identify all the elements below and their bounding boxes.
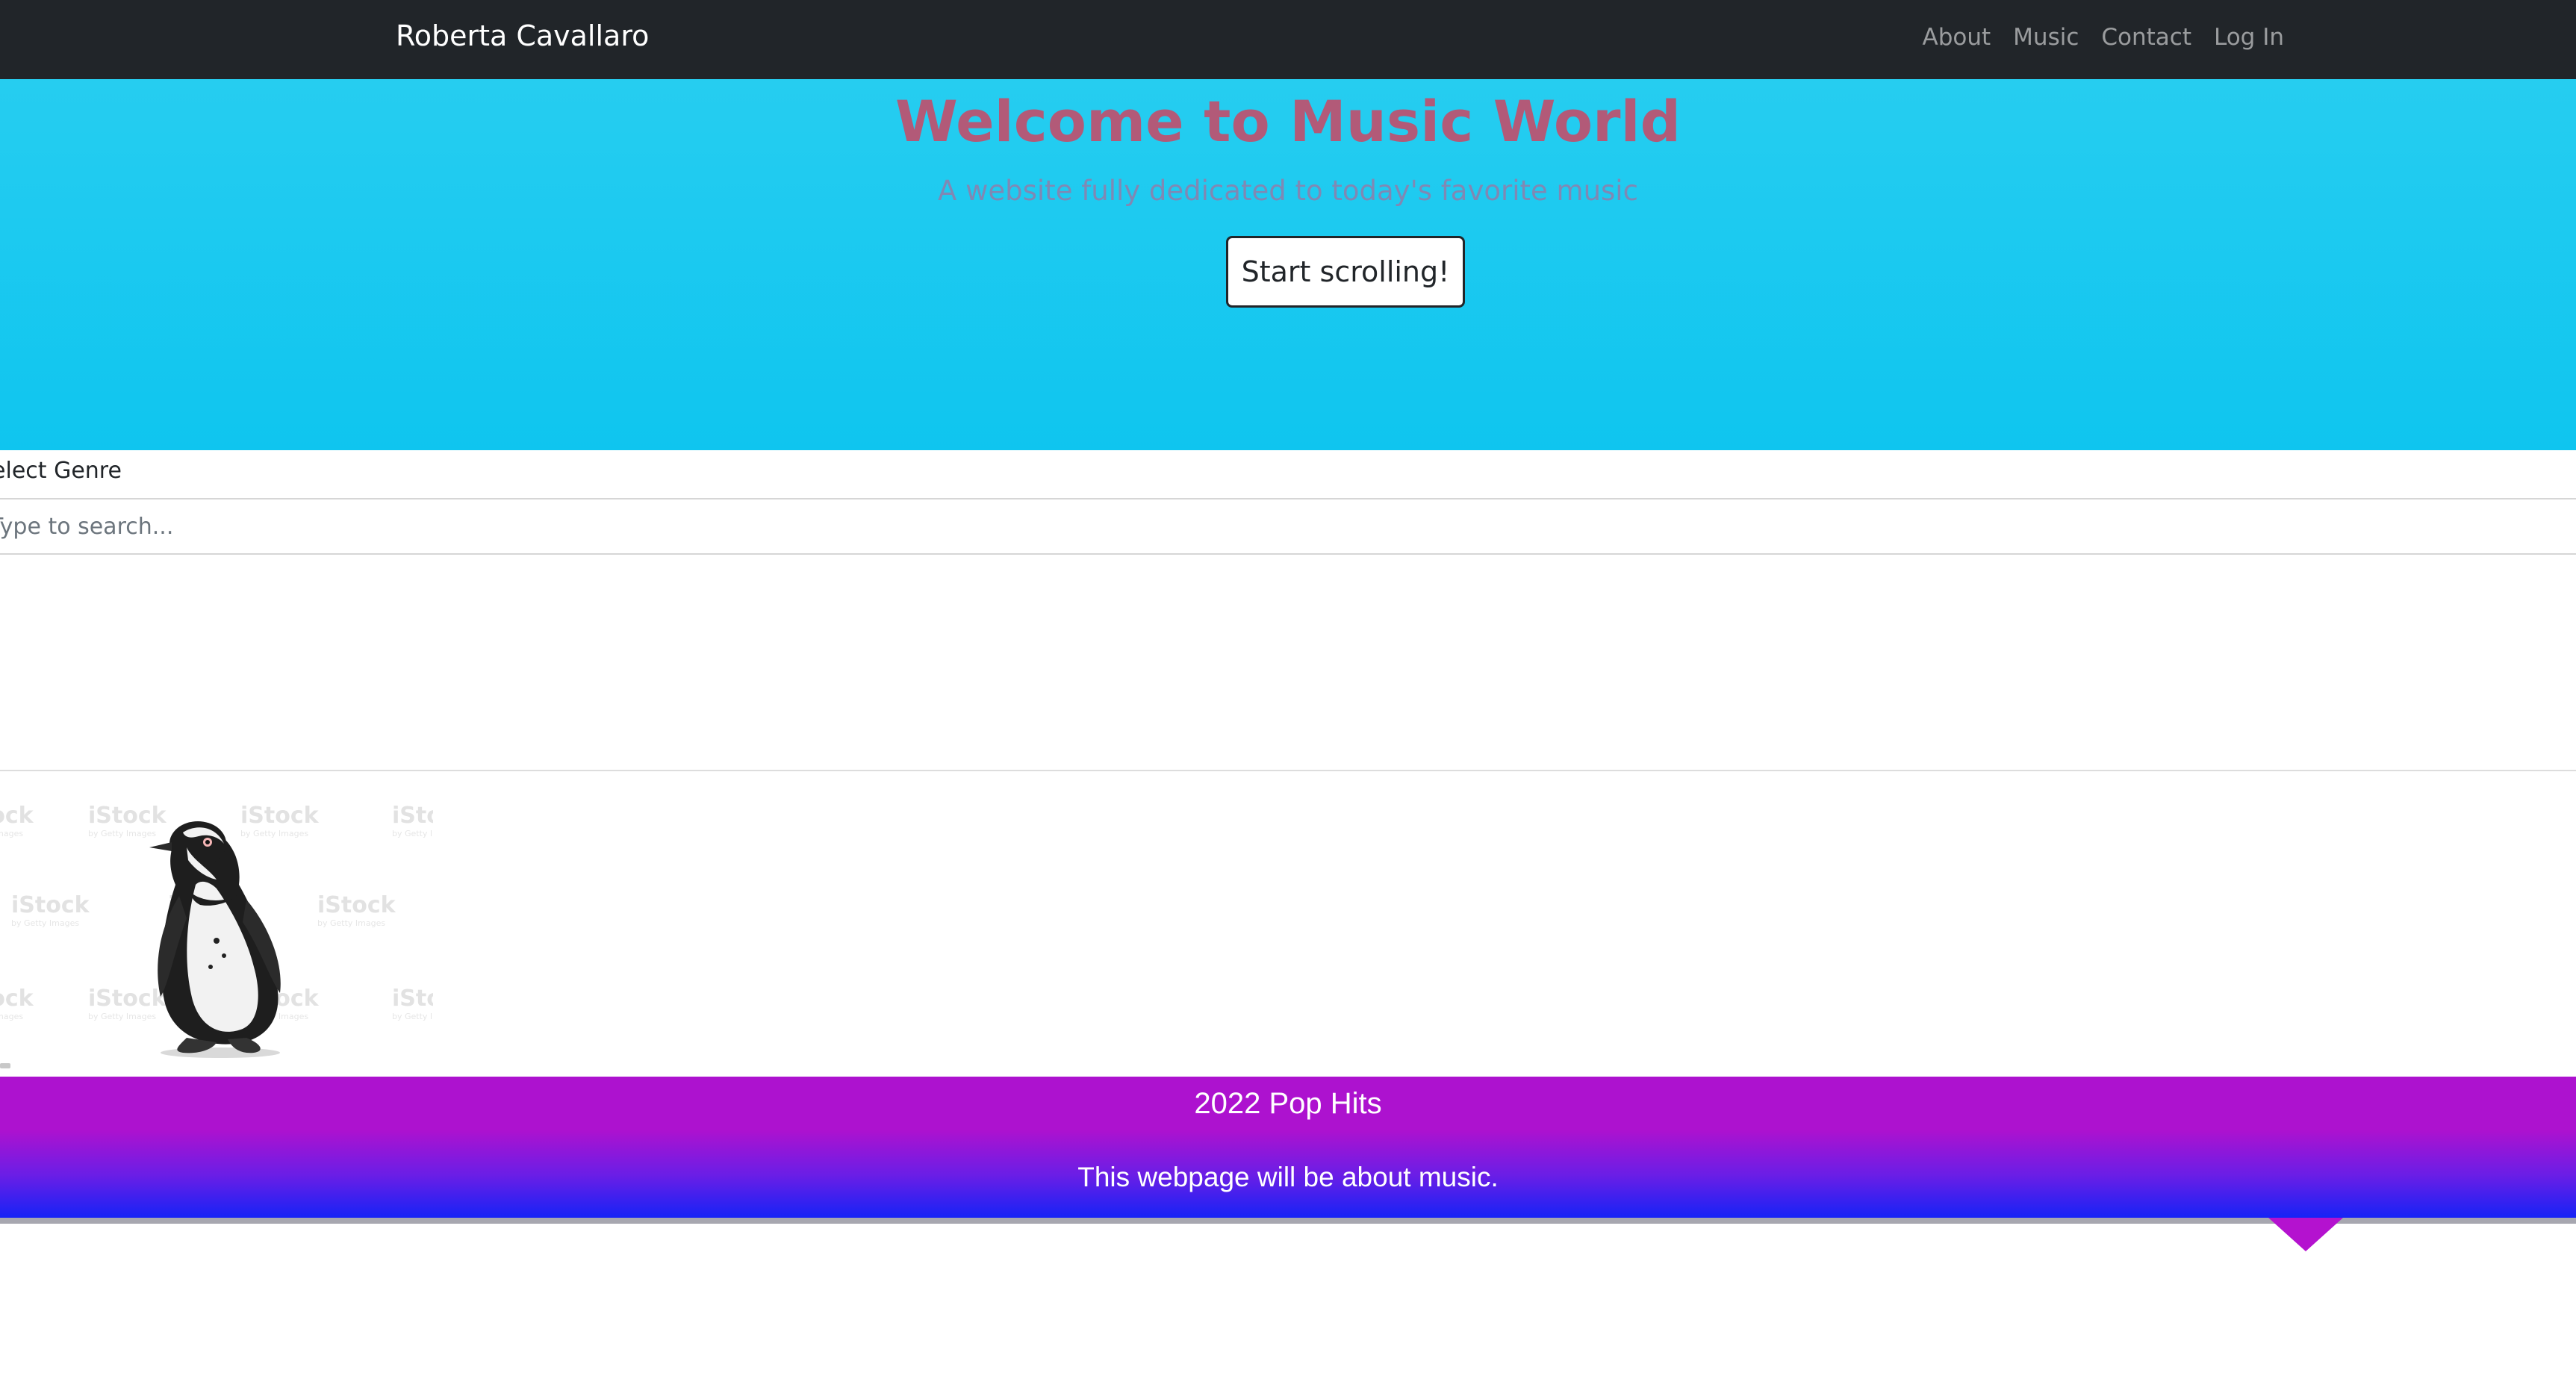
navbar-brand[interactable]: Roberta Cavallaro bbox=[396, 19, 649, 52]
search-input[interactable] bbox=[0, 499, 2576, 555]
penguin-illustration bbox=[149, 821, 281, 1058]
results-area bbox=[0, 555, 2576, 771]
watermark: iStockby Getty Images bbox=[0, 986, 34, 1021]
watermark: iStockby Getty Images bbox=[392, 986, 433, 1021]
nav-link-music[interactable]: Music bbox=[2013, 24, 2079, 51]
footer-title: 2022 Pop Hits bbox=[1194, 1087, 1382, 1120]
nav-link-login[interactable]: Log In bbox=[2214, 24, 2284, 51]
hero-section: Welcome to Music World A website fully d… bbox=[0, 79, 2576, 450]
watermark: iStockby Getty Images bbox=[11, 892, 90, 928]
footer-text: This webpage will be about music. bbox=[1077, 1162, 1499, 1192]
nav-links: About Music Contact Log In bbox=[1923, 24, 2284, 51]
nav-link-contact[interactable]: Contact bbox=[2101, 24, 2191, 51]
start-scrolling-button[interactable]: Start scrolling! bbox=[1226, 236, 1465, 308]
watermark: iStockby Getty Images bbox=[317, 892, 396, 928]
nav-link-about[interactable]: About bbox=[1923, 24, 1991, 51]
watermark: iStockby Getty Images bbox=[0, 803, 34, 838]
image-scrollbar[interactable] bbox=[0, 1063, 10, 1068]
penguin-image: iStockby Getty Images iStockby Getty Ima… bbox=[0, 773, 433, 1071]
footer-banner: 2022 Pop Hits This webpage will be about… bbox=[0, 1077, 2576, 1218]
genre-select[interactable]: Select Genre bbox=[0, 450, 2576, 499]
watermark: iStockby Getty Images bbox=[392, 803, 433, 838]
hero-subtitle: A website fully dedicated to today's fav… bbox=[938, 175, 1638, 207]
navbar: Roberta Cavallaro About Music Contact Lo… bbox=[0, 0, 2576, 79]
hero-title: Welcome to Music World bbox=[895, 88, 1681, 155]
footer-divider bbox=[0, 1218, 2576, 1224]
down-arrow-icon[interactable] bbox=[2268, 1218, 2343, 1251]
